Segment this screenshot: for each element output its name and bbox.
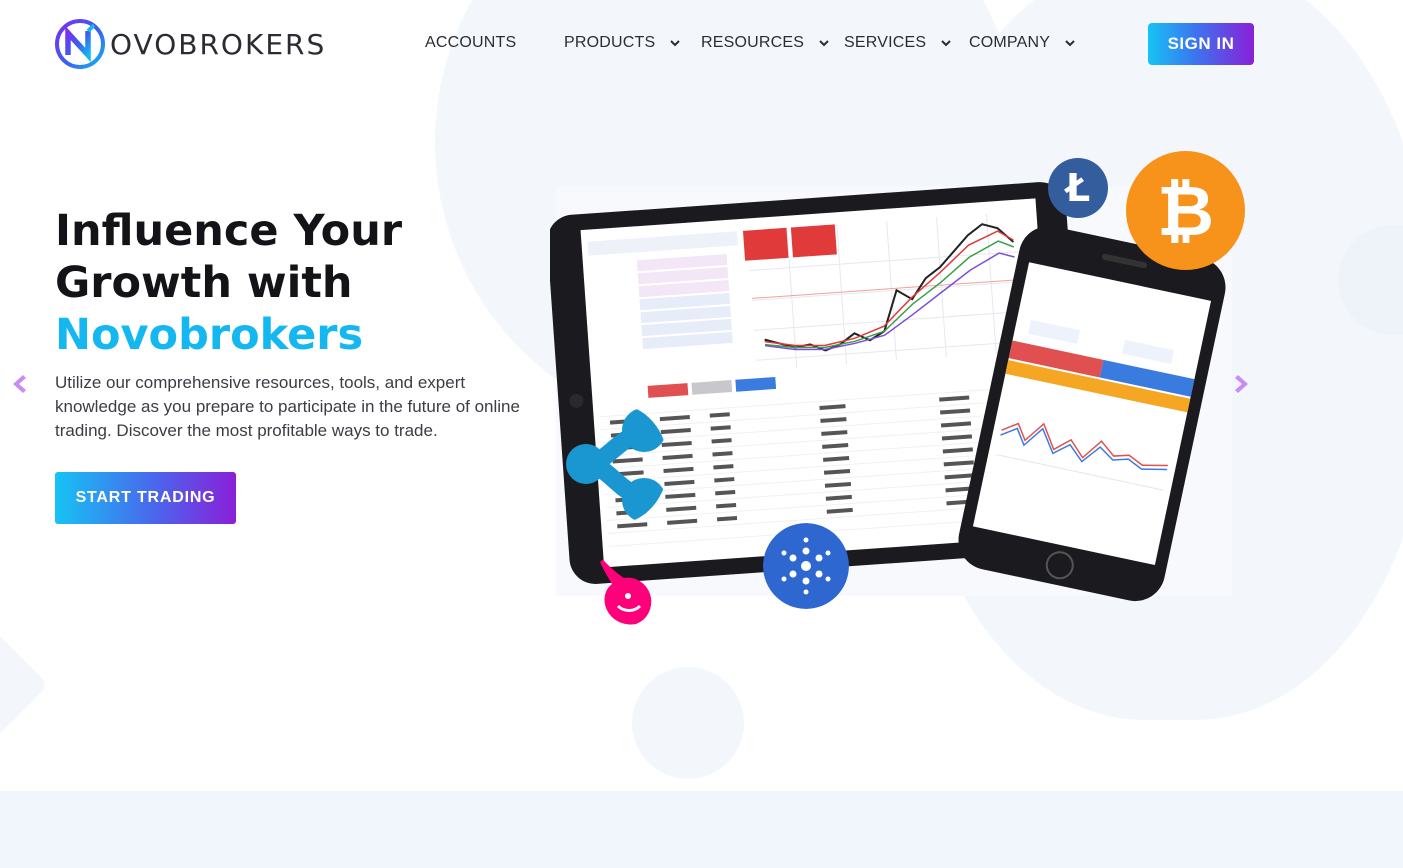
chevron-down-icon xyxy=(941,40,951,47)
brand-name: OVOBROKERS xyxy=(110,27,327,61)
background-shape xyxy=(0,621,49,749)
sign-in-button[interactable]: SIGN IN xyxy=(1148,23,1254,65)
hero-title-line1: Influence Your xyxy=(55,206,403,256)
hero-title: Influence Your Growth with Novobrokers xyxy=(55,205,402,361)
start-trading-button[interactable]: START TRADING xyxy=(55,472,236,524)
nav-item-label: ACCOUNTS xyxy=(425,34,517,51)
novobrokers-logo-icon xyxy=(55,19,105,69)
nav-item-label: PRODUCTS xyxy=(564,34,656,51)
ripple-icon xyxy=(566,408,666,522)
background-circle xyxy=(632,667,744,779)
hero-description: Utilize our comprehensive resources, too… xyxy=(55,373,520,440)
nav-item-company[interactable]: COMPANY xyxy=(969,34,1076,52)
chevron-down-icon xyxy=(1065,40,1075,47)
nav-item-accounts[interactable]: ACCOUNTS xyxy=(425,34,516,52)
hero-title-brand: Novobrokers xyxy=(55,310,364,360)
chevron-down-icon xyxy=(670,40,681,47)
hero-title-line2: Growth with xyxy=(55,258,353,308)
litecoin-icon: Ł xyxy=(1048,158,1108,218)
uniswap-icon xyxy=(596,552,652,625)
nav-item-products[interactable]: PRODUCTS xyxy=(564,34,681,52)
hero-illustration: Ł ₿ xyxy=(547,140,1270,640)
chevron-down-icon xyxy=(819,40,829,47)
cardano-icon xyxy=(763,523,849,609)
nav-item-label: RESOURCES xyxy=(701,34,805,51)
chevron-left-icon[interactable] xyxy=(7,372,31,396)
site-header: OVOBROKERS ACCOUNTS PRODUCTS RESOURCES S… xyxy=(0,0,1403,88)
nav-item-services[interactable]: SERVICES xyxy=(844,34,952,52)
nav-item-label: SERVICES xyxy=(844,34,927,51)
lower-section-band xyxy=(0,791,1403,868)
nav-item-resources[interactable]: RESOURCES xyxy=(701,34,830,52)
nav-item-label: COMPANY xyxy=(969,34,1051,51)
bitcoin-icon: ₿ xyxy=(1126,151,1245,270)
brand-logo[interactable]: OVOBROKERS xyxy=(54,17,326,71)
